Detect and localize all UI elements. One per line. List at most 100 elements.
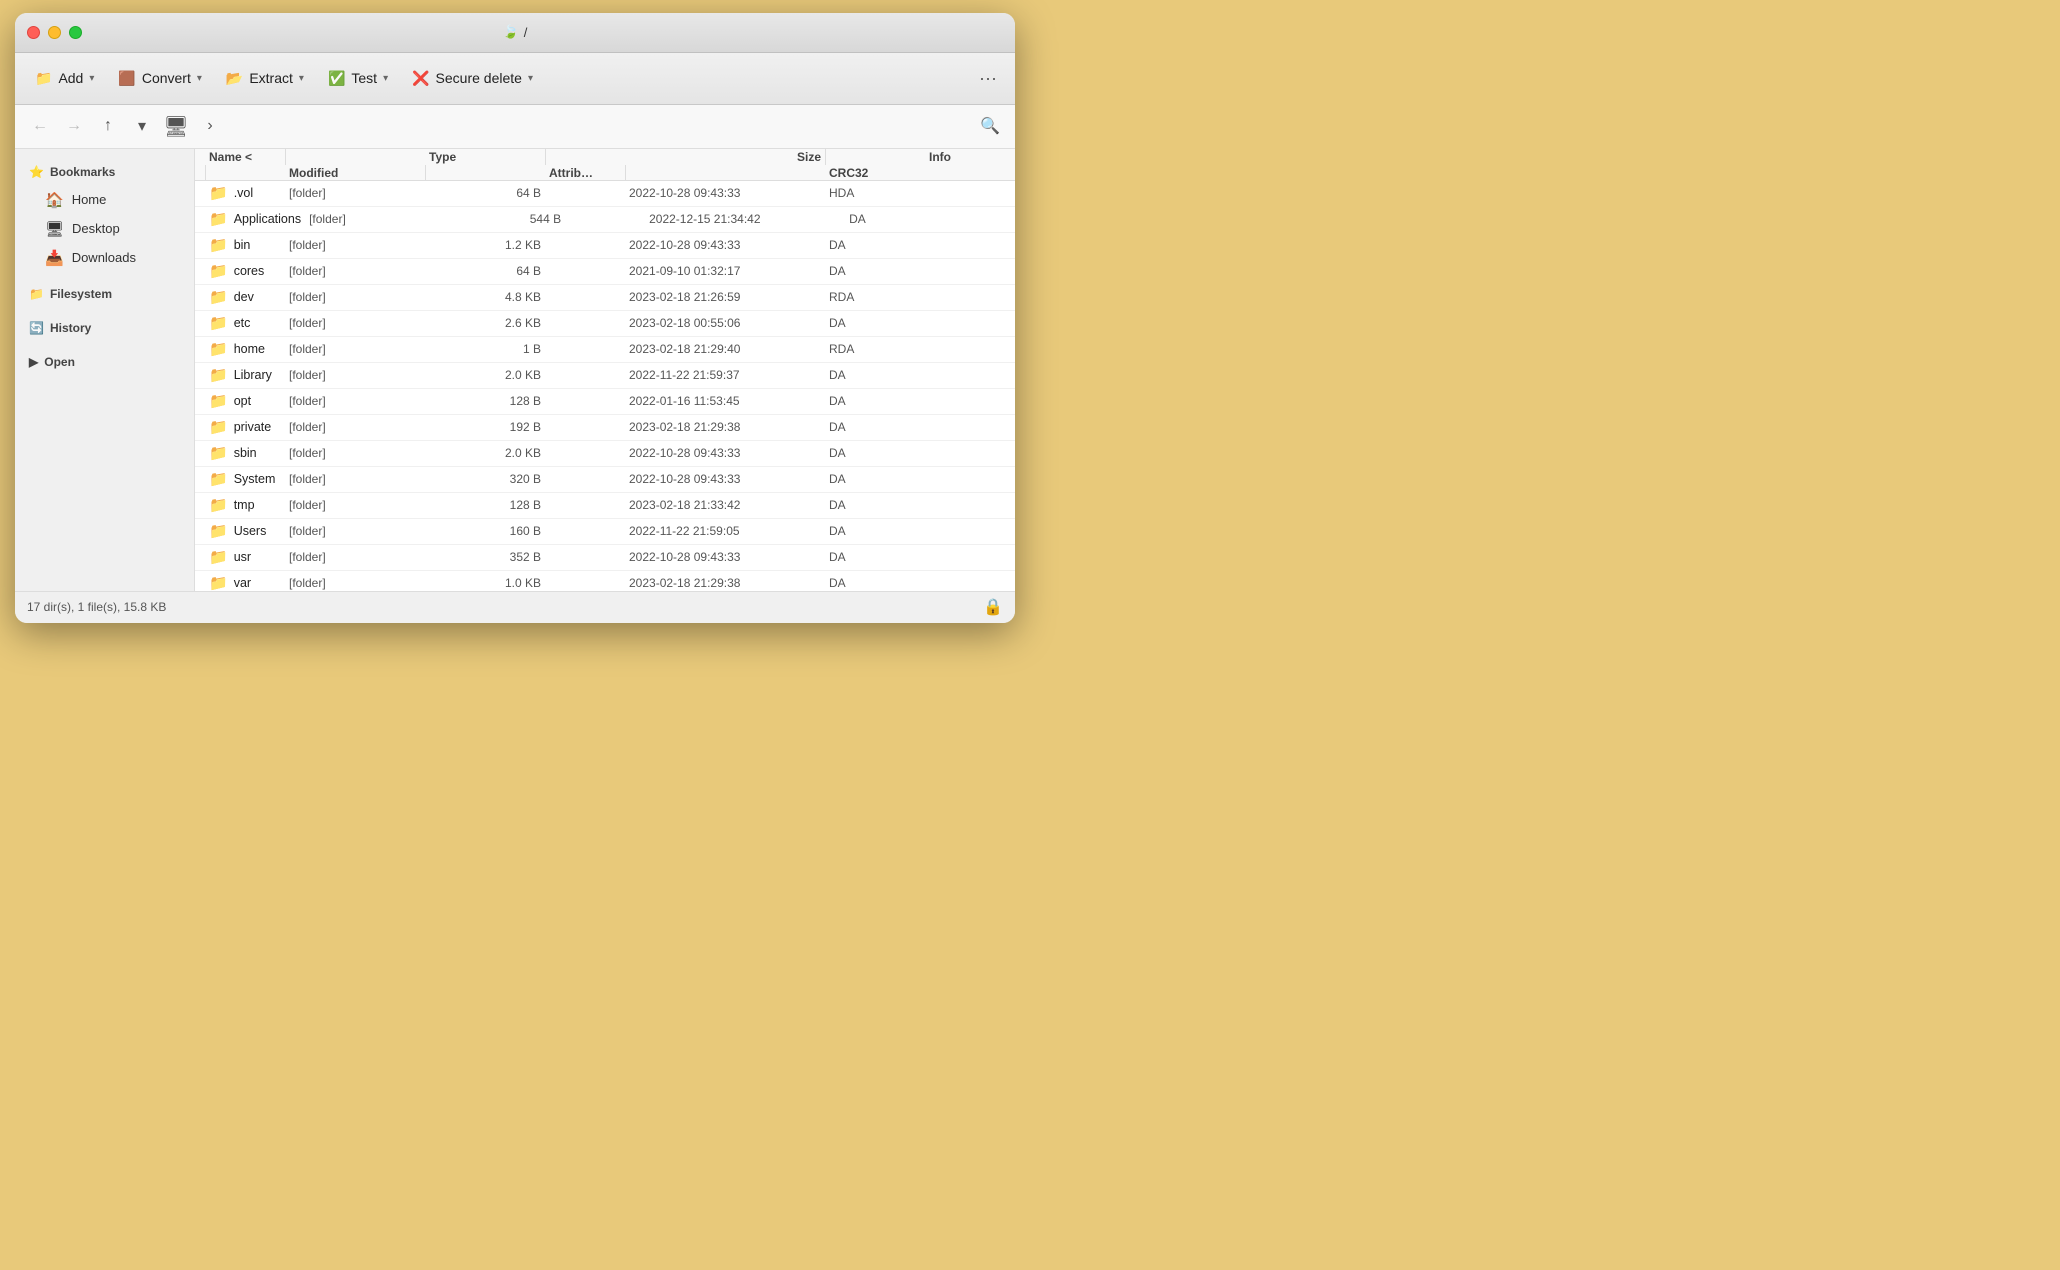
col-info[interactable]: Info xyxy=(925,150,1005,164)
file-area: Name < Type Size Info Modified xyxy=(195,149,1015,591)
table-row[interactable]: 📁 usr [folder] 352 B 2022-10-28 09:43:33… xyxy=(195,545,1015,571)
filesystem-section[interactable]: 📁 Filesystem xyxy=(15,281,194,307)
col-divider-5 xyxy=(425,165,426,181)
table-row[interactable]: 📁 opt [folder] 128 B 2022-01-16 11:53:45… xyxy=(195,389,1015,415)
secure-delete-button[interactable]: ❌ Secure delete ▾ xyxy=(402,64,543,93)
history-section[interactable]: 🔄 History xyxy=(15,315,194,341)
table-row[interactable]: 📁 etc [folder] 2.6 KB 2023-02-18 00:55:0… xyxy=(195,311,1015,337)
file-modified-cell: 2023-02-18 21:29:38 xyxy=(625,576,825,590)
bookmarks-section: ⭐ Bookmarks xyxy=(15,159,194,185)
table-row[interactable]: 📁 Library [folder] 2.0 KB 2022-11-22 21:… xyxy=(195,363,1015,389)
search-button[interactable]: 🔍 xyxy=(975,111,1005,141)
table-row[interactable]: 📁 sbin [folder] 2.0 KB 2022-10-28 09:43:… xyxy=(195,441,1015,467)
file-modified-cell: 2022-11-22 21:59:05 xyxy=(625,524,825,538)
file-attrib-cell: DA xyxy=(825,238,925,252)
sidebar-divider-1 xyxy=(15,273,194,281)
extract-button[interactable]: 📂 Extract ▾ xyxy=(216,64,314,93)
test-dropdown-arrow[interactable]: ▾ xyxy=(383,73,388,84)
table-row[interactable]: 📁 Applications [folder] 544 B 2022-12-15… xyxy=(195,207,1015,233)
folder-icon: 📁 xyxy=(209,548,228,566)
file-attrib-cell: DA xyxy=(825,446,925,460)
forward-button[interactable]: → xyxy=(59,111,89,141)
home-icon: 🏠 xyxy=(45,191,64,209)
file-modified-cell: 2022-11-22 21:59:37 xyxy=(625,368,825,382)
up-button[interactable]: ↑ xyxy=(93,111,123,141)
more-button[interactable]: ··· xyxy=(971,64,1005,93)
file-modified-cell: 2023-02-18 00:55:06 xyxy=(625,316,825,330)
secure-delete-dropdown-arrow[interactable]: ▾ xyxy=(528,73,533,84)
file-size-cell: 544 B xyxy=(445,212,565,226)
folder-icon: 📁 xyxy=(209,184,228,202)
sidebar-item-desktop[interactable]: 🖥 Desktop xyxy=(19,215,190,243)
file-modified-cell: 2022-10-28 09:43:33 xyxy=(625,472,825,486)
add-icon: 📁 xyxy=(35,70,52,87)
folder-icon: 📁 xyxy=(209,522,228,540)
col-modified[interactable]: Modified xyxy=(285,166,425,180)
table-row[interactable]: 📁 dev [folder] 4.8 KB 2023-02-18 21:26:5… xyxy=(195,285,1015,311)
table-row[interactable]: 📁 System [folder] 320 B 2022-10-28 09:43… xyxy=(195,467,1015,493)
sidebar: ⭐ Bookmarks 🏠 Home 🖥 Desktop 📥 Downloads… xyxy=(15,149,195,591)
add-button[interactable]: 📁 Add ▾ xyxy=(25,64,104,93)
secure-delete-icon: ❌ xyxy=(412,70,429,87)
test-button[interactable]: ✅ Test ▾ xyxy=(318,64,398,93)
table-row[interactable]: 📁 tmp [folder] 128 B 2023-02-18 21:33:42… xyxy=(195,493,1015,519)
col-divider-1 xyxy=(285,149,286,165)
nav-dropdown-button[interactable]: ▾ xyxy=(127,111,157,141)
table-row[interactable]: 📁 private [folder] 192 B 2023-02-18 21:2… xyxy=(195,415,1015,441)
title-icon: 🍃 xyxy=(503,24,519,40)
col-crc32[interactable]: CRC32 xyxy=(825,166,925,180)
file-attrib-cell: DA xyxy=(825,550,925,564)
table-row[interactable]: 📁 home [folder] 1 B 2023-02-18 21:29:40 … xyxy=(195,337,1015,363)
file-name-text: private xyxy=(234,420,272,434)
table-header: Name < Type Size Info Modified xyxy=(195,149,1015,181)
file-size-cell: 128 B xyxy=(425,498,545,512)
main-window: 🍃 / 📁 Add ▾ 🟫 Convert ▾ 📂 Extract ▾ ✅ Te… xyxy=(15,13,1015,623)
file-modified-cell: 2022-10-28 09:43:33 xyxy=(625,550,825,564)
file-attrib-cell: DA xyxy=(825,420,925,434)
minimize-button[interactable] xyxy=(48,26,61,39)
file-name-cell: 📁 Users xyxy=(205,522,285,540)
file-name-text: dev xyxy=(234,290,254,304)
convert-dropdown-arrow[interactable]: ▾ xyxy=(197,73,202,84)
file-name-text: Users xyxy=(234,524,267,538)
maximize-button[interactable] xyxy=(69,26,82,39)
nav-forward2-button[interactable]: › xyxy=(195,111,225,141)
filesystem-icon: 📁 xyxy=(29,287,44,301)
col-divider-3 xyxy=(825,149,826,165)
file-name-text: var xyxy=(234,576,251,590)
file-name-cell: 📁 tmp xyxy=(205,496,285,514)
file-name-text: Library xyxy=(234,368,272,382)
convert-button[interactable]: 🟫 Convert ▾ xyxy=(108,64,212,93)
table-row[interactable]: 📁 var [folder] 1.0 KB 2023-02-18 21:29:3… xyxy=(195,571,1015,591)
table-row[interactable]: 📁 cores [folder] 64 B 2021-09-10 01:32:1… xyxy=(195,259,1015,285)
bookmarks-star-icon: ⭐ xyxy=(29,165,44,179)
file-name-text: cores xyxy=(234,264,265,278)
folder-icon: 📁 xyxy=(209,496,228,514)
sidebar-item-downloads[interactable]: 📥 Downloads xyxy=(19,244,190,272)
table-row[interactable]: 📁 Users [folder] 160 B 2022-11-22 21:59:… xyxy=(195,519,1015,545)
folder-icon: 📁 xyxy=(209,418,228,436)
monitor-icon-button[interactable]: 🖥 xyxy=(161,111,191,141)
table-row[interactable]: 📁 .vol [folder] 64 B 2022-10-28 09:43:33… xyxy=(195,181,1015,207)
file-size-cell: 64 B xyxy=(425,186,545,200)
file-size-cell: 2.0 KB xyxy=(425,446,545,460)
file-size-cell: 320 B xyxy=(425,472,545,486)
col-type[interactable]: Type xyxy=(425,150,545,164)
add-dropdown-arrow[interactable]: ▾ xyxy=(89,73,94,84)
close-button[interactable] xyxy=(27,26,40,39)
col-name[interactable]: Name < xyxy=(205,150,285,164)
table-row[interactable]: 📁 bin [folder] 1.2 KB 2022-10-28 09:43:3… xyxy=(195,233,1015,259)
extract-dropdown-arrow[interactable]: ▾ xyxy=(299,73,304,84)
file-modified-cell: 2023-02-18 21:29:38 xyxy=(625,420,825,434)
open-section[interactable]: ▶ Open xyxy=(15,349,194,375)
back-button[interactable]: ← xyxy=(25,111,55,141)
statusbar-right: 🔒 xyxy=(983,597,1003,617)
file-type-cell: [folder] xyxy=(285,550,425,564)
col-size[interactable]: Size xyxy=(625,150,825,164)
col-divider-4 xyxy=(205,165,206,181)
col-attrib[interactable]: Attrib… xyxy=(545,166,625,180)
file-type-cell: [folder] xyxy=(285,316,425,330)
sidebar-item-home[interactable]: 🏠 Home xyxy=(19,186,190,214)
file-attrib-cell: DA xyxy=(825,576,925,590)
test-icon: ✅ xyxy=(328,70,345,87)
